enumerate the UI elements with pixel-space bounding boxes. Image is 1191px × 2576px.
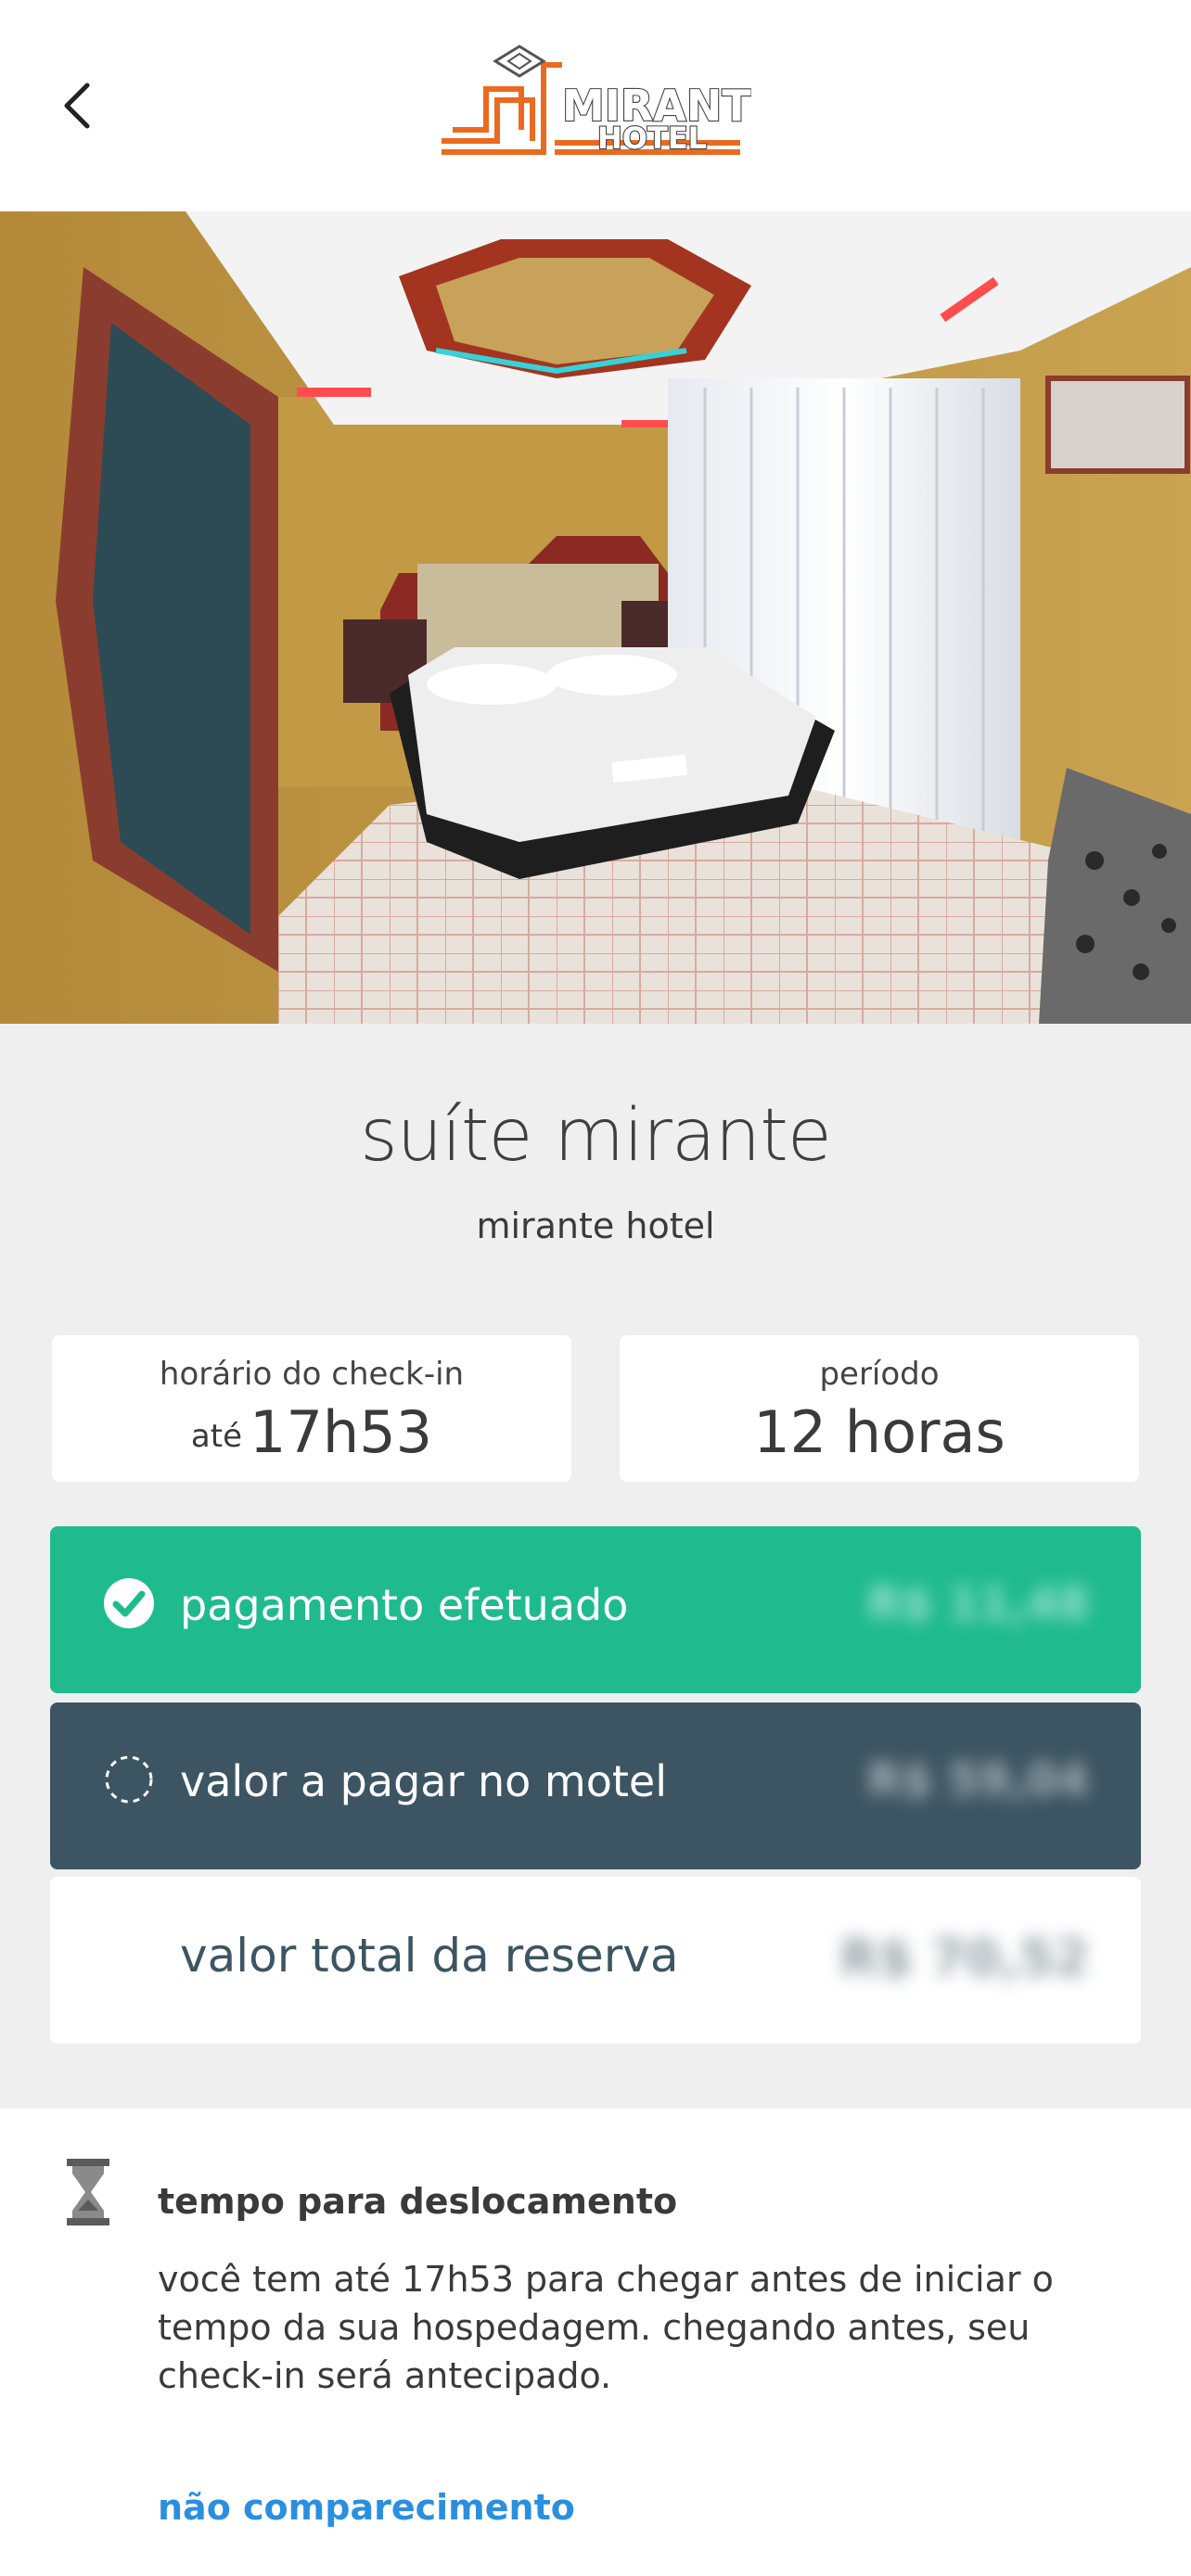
period-card: período 12 horas	[620, 1335, 1139, 1482]
payment-due-label: valor a pagar no motel	[180, 1756, 667, 1806]
room-photo-illustration	[0, 211, 1191, 1024]
payment-due-amount-blurred: R$ 59,04	[867, 1754, 1089, 1806]
checkin-prefix: até	[190, 1418, 242, 1455]
hourglass-icon	[67, 2159, 109, 2225]
payment-due-row: valor a pagar no motel R$ 59,04	[50, 1702, 1141, 1869]
dashed-circle-icon	[105, 1755, 153, 1804]
checkin-value: até 17h53	[52, 1398, 571, 1466]
logo-text-hotel: HOTEL	[597, 121, 707, 156]
payment-total-row: valor total da reserva R$ 70,52	[50, 1877, 1141, 2044]
period-label: período	[819, 1356, 940, 1393]
payment-done-label: pagamento efetuado	[180, 1580, 629, 1630]
checkin-label: horário do check-in	[159, 1356, 465, 1393]
checkin-card: horário do check-in até 17h53	[52, 1335, 571, 1482]
payment-done-amount-blurred: R$ 11,48	[867, 1578, 1089, 1630]
travel-time-text: você tem até 17h53 para chegar antes de …	[158, 2259, 1054, 2396]
back-button[interactable]	[48, 70, 108, 141]
hotel-logo: MIRANTE HOTEL	[442, 45, 751, 157]
checkin-time: 17h53	[250, 1398, 433, 1466]
no-show-link[interactable]: não comparecimento	[158, 2487, 575, 2528]
period-value: 12 horas	[753, 1398, 1005, 1466]
app-header: MIRANTE HOTEL	[0, 0, 1191, 211]
room-title: suíte mirante	[360, 1094, 832, 1178]
payment-total-label: valor total da reserva	[180, 1929, 679, 1983]
hotel-name: mirante hotel	[476, 1205, 715, 1246]
chevron-left-icon	[64, 83, 90, 129]
payment-total-amount-blurred: R$ 70,52	[839, 1929, 1089, 1987]
payment-done-row: pagamento efetuado R$ 11,48	[50, 1526, 1141, 1693]
check-circle-icon	[104, 1578, 154, 1628]
room-photo	[0, 211, 1191, 1024]
travel-time-title: tempo para deslocamento	[158, 2181, 678, 2222]
